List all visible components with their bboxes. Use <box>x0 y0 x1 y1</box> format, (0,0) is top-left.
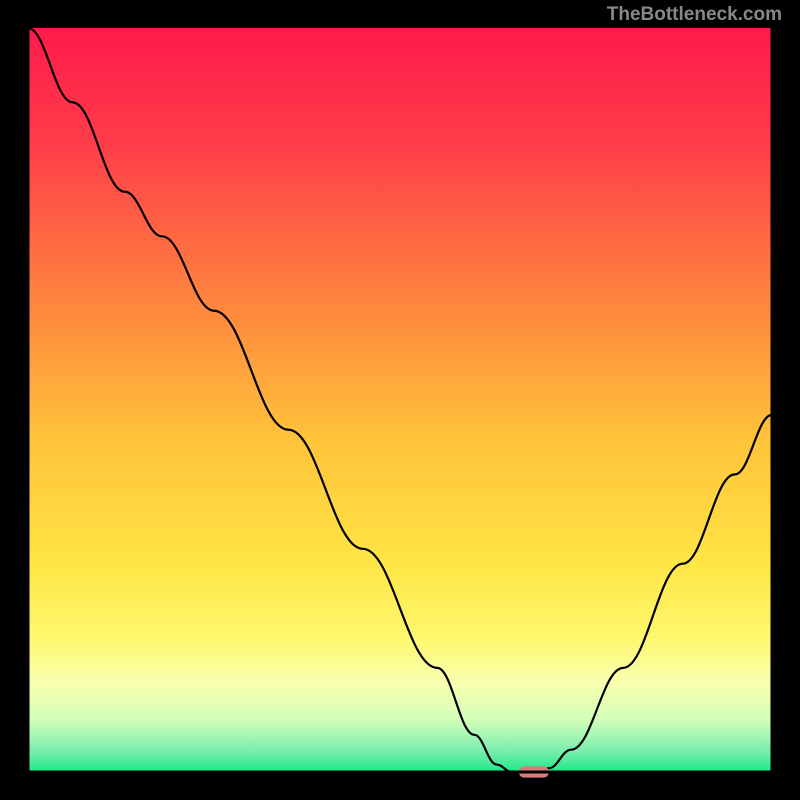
chart-svg <box>0 0 800 800</box>
plot-background <box>28 28 772 772</box>
watermark-text: TheBottleneck.com <box>607 4 782 26</box>
chart-container: TheBottleneck.com <box>0 0 800 800</box>
